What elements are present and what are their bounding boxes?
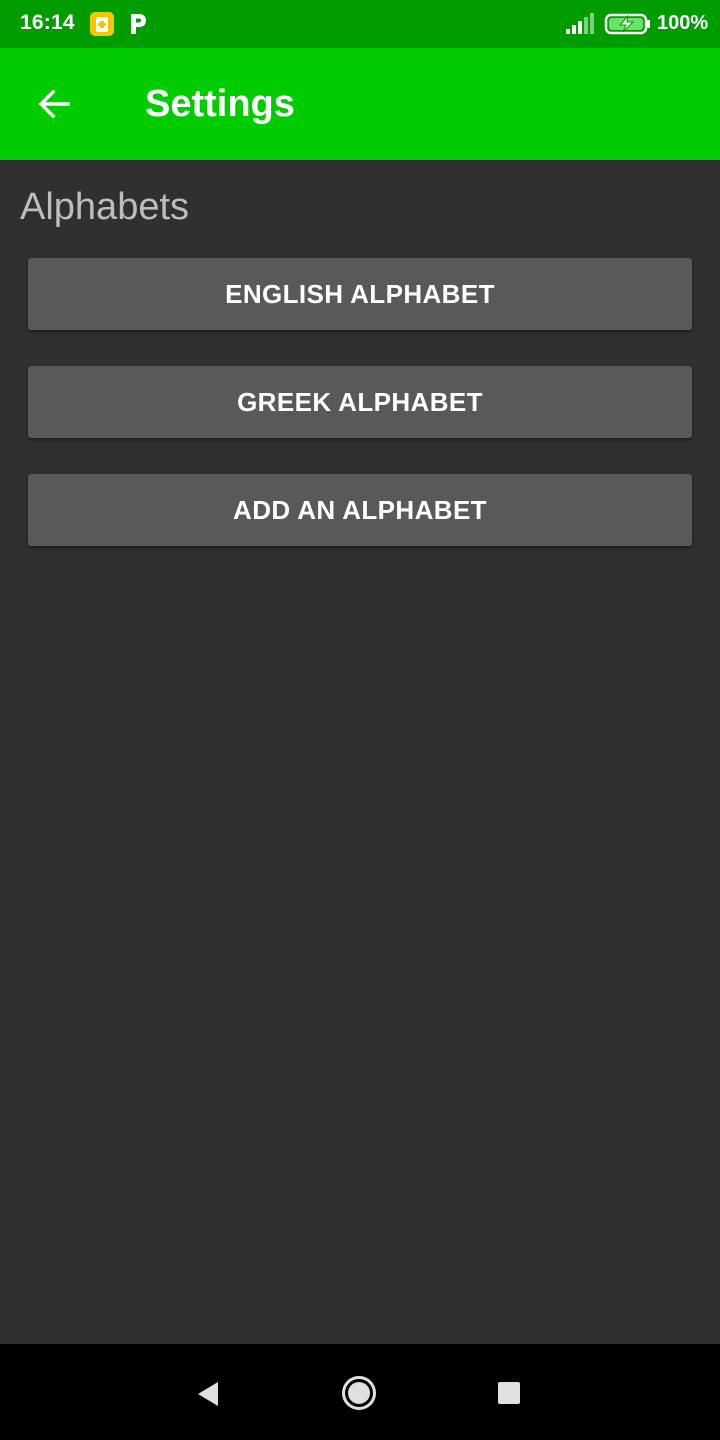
add-alphabet-button[interactable]: ADD AN ALPHABET: [28, 474, 692, 546]
sim-toolkit-icon: [90, 12, 114, 36]
navigation-bar: [0, 1344, 720, 1440]
circle-home-icon[interactable]: [341, 1375, 377, 1411]
section-heading-alphabets: Alphabets: [20, 186, 190, 228]
battery-charging-icon: [604, 13, 650, 35]
arrow-back-icon: [38, 89, 70, 119]
triangle-back-icon[interactable]: [196, 1380, 220, 1408]
square-recents-icon[interactable]: [497, 1381, 521, 1405]
status-time: 16:14: [20, 11, 75, 34]
app-bar: Settings: [0, 48, 720, 160]
back-button[interactable]: [30, 80, 78, 128]
signal-icon: [566, 13, 594, 34]
battery-percent: 100%: [657, 12, 709, 34]
greek-alphabet-button[interactable]: GREEK ALPHABET: [28, 366, 692, 438]
parking-app-icon: [131, 14, 146, 34]
page-title: Settings: [145, 83, 295, 125]
status-bar: 16:14 100%: [0, 0, 720, 48]
english-alphabet-button[interactable]: ENGLISH ALPHABET: [28, 258, 692, 330]
